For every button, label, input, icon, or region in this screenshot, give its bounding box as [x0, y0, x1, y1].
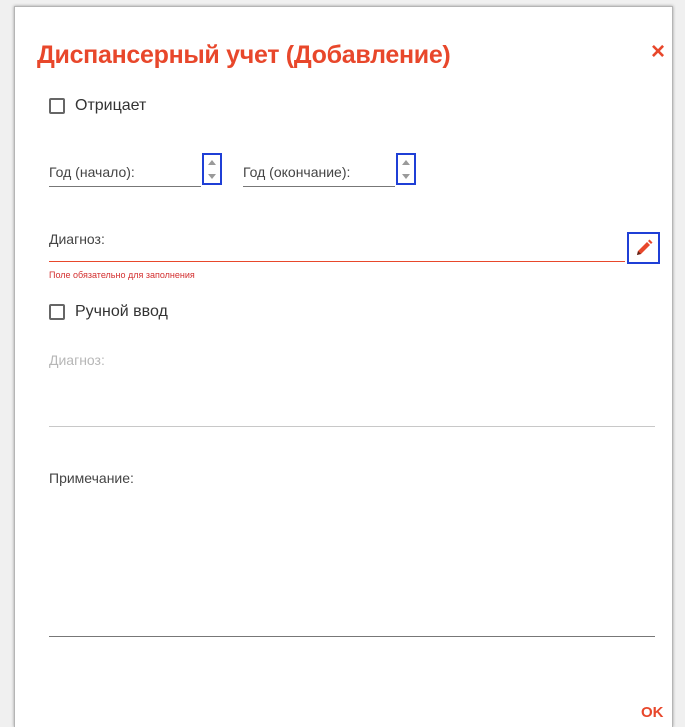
diagnosis-label: Диагноз: — [49, 231, 105, 247]
manual-diagnosis-label: Диагноз: — [49, 352, 105, 368]
arrow-up-icon[interactable] — [402, 159, 410, 165]
manual-entry-checkbox[interactable]: Ручной ввод — [49, 303, 168, 321]
note-textarea[interactable] — [49, 636, 655, 637]
manual-entry-checkbox-label: Ручной ввод — [75, 303, 168, 320]
denies-checkbox-label: Отрицает — [75, 97, 147, 114]
add-dispensary-dialog: Диспансерный учет (Добавление) × Отрицае… — [14, 6, 673, 727]
dialog-title: Диспансерный учет (Добавление) — [37, 41, 451, 69]
arrow-up-icon[interactable] — [208, 159, 216, 165]
year-end-spinner[interactable] — [396, 153, 416, 185]
arrow-down-icon[interactable] — [402, 173, 410, 179]
pencil-icon — [636, 239, 652, 255]
close-icon[interactable]: × — [649, 40, 667, 64]
denies-checkbox-box[interactable] — [49, 98, 65, 114]
note-label: Примечание: — [49, 470, 134, 486]
year-end-input[interactable] — [243, 186, 395, 187]
denies-checkbox[interactable]: Отрицает — [49, 97, 146, 115]
arrow-down-icon[interactable] — [208, 173, 216, 179]
year-start-input[interactable] — [49, 186, 201, 187]
year-start-label: Год (начало): — [49, 164, 135, 180]
diagnosis-input[interactable] — [49, 261, 625, 262]
ok-button[interactable]: OK — [641, 704, 664, 721]
manual-entry-checkbox-box[interactable] — [49, 304, 65, 320]
diagnosis-error: Поле обязательно для заполнения — [49, 270, 195, 280]
manual-diagnosis-input — [49, 426, 655, 427]
year-end-label: Год (окончание): — [243, 164, 351, 180]
year-start-spinner[interactable] — [202, 153, 222, 185]
diagnosis-edit-button[interactable] — [627, 232, 660, 264]
